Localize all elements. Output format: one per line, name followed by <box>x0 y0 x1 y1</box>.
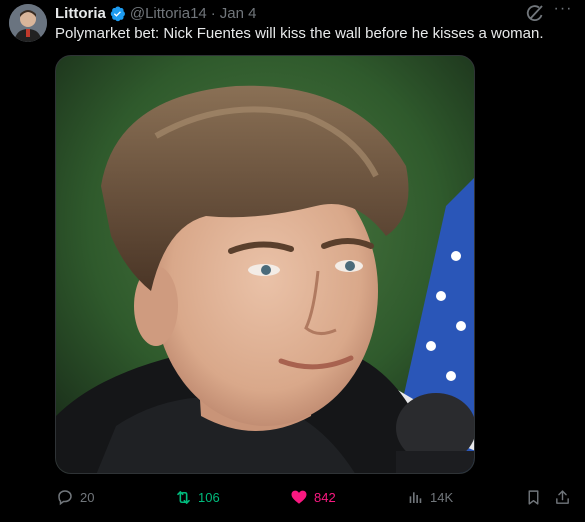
bookmark-icon <box>523 487 543 507</box>
author-handle[interactable]: @Littoria14 <box>130 5 207 22</box>
verified-badge-icon <box>109 5 126 22</box>
like-button[interactable]: 842 <box>289 483 336 511</box>
views-button[interactable]: 14K <box>405 483 453 511</box>
author-name[interactable]: Littoria <box>55 5 106 22</box>
tweet-actions: 20 106 842 14K <box>55 483 575 511</box>
retweet-count: 106 <box>198 489 220 505</box>
reply-icon <box>55 487 75 507</box>
views-count: 14K <box>430 489 454 505</box>
bookmark-button[interactable] <box>523 483 543 511</box>
photo-image[interactable] <box>55 55 475 474</box>
tweet-text: Polymarket bet: Nick Fuentes will kiss t… <box>55 25 544 42</box>
reply-button[interactable]: 20 <box>55 483 94 511</box>
tweet-header: Littoria @Littoria14 · Jan 4 <box>55 3 256 23</box>
grok-icon[interactable] <box>525 3 545 23</box>
more-options-icon[interactable]: ··· <box>552 1 574 22</box>
tweet[interactable]: Littoria @Littoria14 · Jan 4 ··· Polymar… <box>0 0 585 522</box>
avatar[interactable] <box>9 4 47 42</box>
reply-count: 20 <box>80 489 95 505</box>
heart-icon <box>289 487 309 507</box>
like-count: 842 <box>314 489 336 505</box>
share-icon <box>552 487 572 507</box>
retweet-icon <box>173 487 193 507</box>
retweet-button[interactable]: 106 <box>173 483 220 511</box>
separator-dot: · <box>210 4 216 22</box>
post-date[interactable]: Jan 4 <box>220 5 257 22</box>
views-chart-icon <box>405 487 425 507</box>
share-button[interactable] <box>552 483 572 511</box>
